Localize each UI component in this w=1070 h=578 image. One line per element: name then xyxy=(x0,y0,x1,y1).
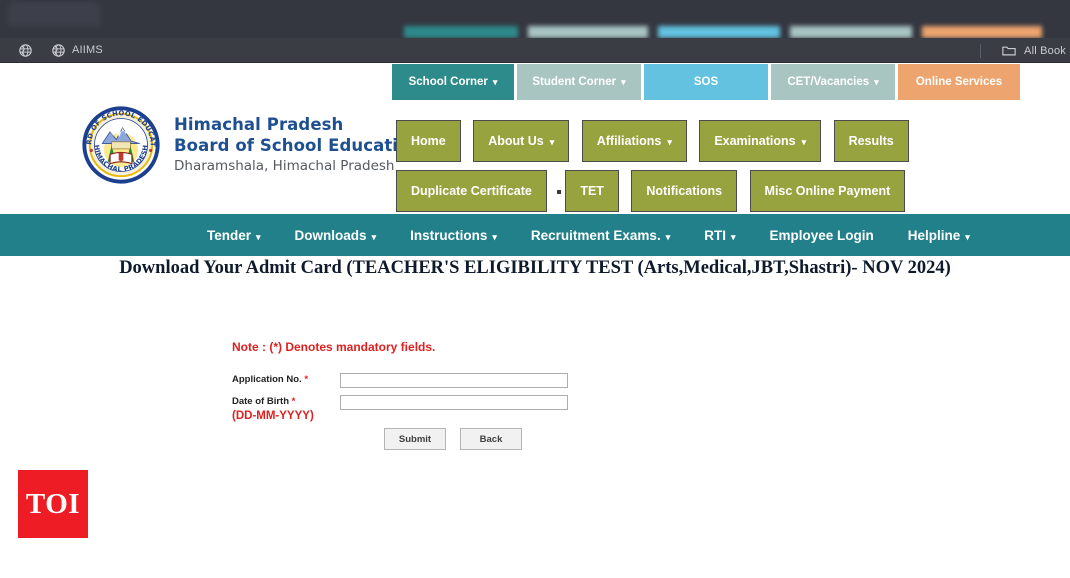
top-nav-label: CET/Vacancies xyxy=(787,76,870,88)
chevron-down-icon xyxy=(372,228,377,243)
date-of-birth-format-hint: (DD-MM-YYYY) xyxy=(232,410,314,422)
subnav-label: RTI xyxy=(704,227,726,243)
site-top-nav: School Corner Student Corner SOS CET/Vac… xyxy=(0,64,1070,102)
brand-line-1: Himachal Pradesh xyxy=(174,115,344,134)
subnav-label: Recruitment Exams. xyxy=(530,227,661,243)
chevron-down-icon xyxy=(874,76,879,88)
board-seal-logo[interactable]: BOARD OF SCHOOL EDUCATION HIMACHAL PRADE… xyxy=(79,100,160,184)
subnav-label: Helpline xyxy=(907,227,961,243)
truncated-item-dot xyxy=(556,190,561,194)
top-nav-label: Online Services xyxy=(915,76,1003,88)
subnav-item-recruitment-exams[interactable]: Recruitment Exams. xyxy=(531,228,670,243)
site-header: BOARD OF SCHOOL EDUCATION HIMACHAL PRADE… xyxy=(0,100,1070,214)
chevron-down-icon xyxy=(493,76,498,88)
bookmarks-bar: AIIMS All Book xyxy=(0,38,1070,63)
chevron-down-icon xyxy=(667,134,672,148)
form-row-application-no: Application No. * xyxy=(232,373,732,388)
submit-button[interactable]: Submit xyxy=(384,428,446,450)
all-bookmarks-label: All Book xyxy=(1024,44,1066,57)
chevron-down-icon xyxy=(256,228,261,243)
nav-button-results[interactable]: Results xyxy=(833,120,909,162)
subnav-label: Employee Login xyxy=(769,227,874,243)
globe-icon xyxy=(51,43,66,58)
top-nav-school-corner[interactable]: School Corner xyxy=(392,64,514,100)
secondary-nav: Tender Downloads Instructions Recruitmen… xyxy=(0,214,1070,256)
chevron-down-icon xyxy=(802,134,807,148)
subnav-item-helpline[interactable]: Helpline xyxy=(908,228,970,243)
nav-button-notifications[interactable]: Notifications xyxy=(631,170,738,212)
date-of-birth-label: Date of Birth * xyxy=(232,396,296,407)
subnav-label: Downloads xyxy=(294,227,367,243)
main-nav: Home About Us Affiliations Examinations … xyxy=(396,120,1036,220)
nav-button-about-us[interactable]: About Us xyxy=(473,120,570,162)
nav-button-label: Results xyxy=(848,134,894,148)
application-no-label: Application No. * xyxy=(232,374,309,385)
brand-line-3: Dharamshala, Himachal Pradesh xyxy=(174,158,395,174)
nav-button-label: Home xyxy=(411,134,446,148)
nav-button-label: Misc Online Payment xyxy=(764,184,891,198)
brand-line-2: Board of School Education xyxy=(174,136,422,155)
nav-button-label: Notifications xyxy=(646,184,723,198)
application-no-input[interactable] xyxy=(340,373,568,388)
chevron-down-icon xyxy=(666,228,671,243)
subnav-label: Instructions xyxy=(410,227,488,243)
brand-block: Himachal Pradesh Board of School Educati… xyxy=(174,114,421,174)
top-nav-label: SOS xyxy=(693,76,719,88)
nav-button-tet[interactable]: TET xyxy=(565,170,619,212)
form-row-date-of-birth: Date of Birth * (DD-MM-YYYY) xyxy=(232,395,732,423)
browser-tab-strip xyxy=(0,0,1070,38)
nav-button-home[interactable]: Home xyxy=(396,120,461,162)
nav-button-affiliations[interactable]: Affiliations xyxy=(581,120,687,162)
top-nav-label: School Corner xyxy=(408,76,488,88)
nav-button-label: TET xyxy=(580,184,604,198)
toi-watermark-text: TOI xyxy=(25,487,81,520)
browser-tab[interactable] xyxy=(8,2,100,26)
top-nav-online-services[interactable]: Online Services xyxy=(898,64,1020,100)
subnav-item-tender[interactable]: Tender xyxy=(207,228,261,243)
top-nav-label: Student Corner xyxy=(532,76,617,88)
subnav-item-downloads[interactable]: Downloads xyxy=(295,228,377,243)
divider xyxy=(980,43,982,58)
nav-button-label: Duplicate Certificate xyxy=(411,184,532,198)
chevron-down-icon xyxy=(621,76,626,88)
chevron-down-icon xyxy=(492,228,497,243)
date-of-birth-input[interactable] xyxy=(340,395,568,410)
top-nav-student-corner[interactable]: Student Corner xyxy=(517,64,641,100)
bookmark-item-aiims[interactable]: AIIMS xyxy=(45,43,103,58)
page-title: Download Your Admit Card (TEACHER'S ELIG… xyxy=(119,258,951,278)
nav-button-label: About Us xyxy=(488,134,544,148)
folder-icon xyxy=(1001,43,1016,58)
all-bookmarks-group[interactable]: All Book xyxy=(980,38,1070,63)
page-content-peek xyxy=(404,26,1070,38)
subnav-item-employee-login[interactable]: Employee Login xyxy=(770,228,874,243)
globe-icon xyxy=(18,43,33,58)
nav-button-label: Affiliations xyxy=(596,134,662,148)
nav-button-label: Examinations xyxy=(714,134,796,148)
chevron-down-icon xyxy=(965,228,970,243)
form-actions: Submit Back xyxy=(384,428,522,450)
top-nav-sos[interactable]: SOS xyxy=(644,64,768,100)
top-nav-cet-vacancies[interactable]: CET/Vacancies xyxy=(771,64,895,100)
subnav-label: Tender xyxy=(207,227,252,243)
admit-card-form: Application No. * Date of Birth * (DD-MM… xyxy=(232,373,732,423)
subnav-item-instructions[interactable]: Instructions xyxy=(410,228,497,243)
mandatory-fields-note: Note : (*) Denotes mandatory fields. xyxy=(232,340,436,354)
page-root: AIIMS All Book School Corner Student Cor… xyxy=(0,0,1070,578)
toi-watermark-logo: TOI xyxy=(18,470,88,538)
chevron-down-icon xyxy=(550,134,555,148)
nav-button-duplicate-certificate[interactable]: Duplicate Certificate xyxy=(396,170,547,212)
bookmark-item-0[interactable] xyxy=(12,43,33,58)
back-button[interactable]: Back xyxy=(460,428,522,450)
subnav-item-rti[interactable]: RTI xyxy=(704,228,735,243)
chevron-down-icon xyxy=(731,228,736,243)
bookmark-label: AIIMS xyxy=(72,44,103,56)
nav-button-examinations[interactable]: Examinations xyxy=(699,120,822,162)
nav-button-misc-online-payment[interactable]: Misc Online Payment xyxy=(749,170,906,212)
